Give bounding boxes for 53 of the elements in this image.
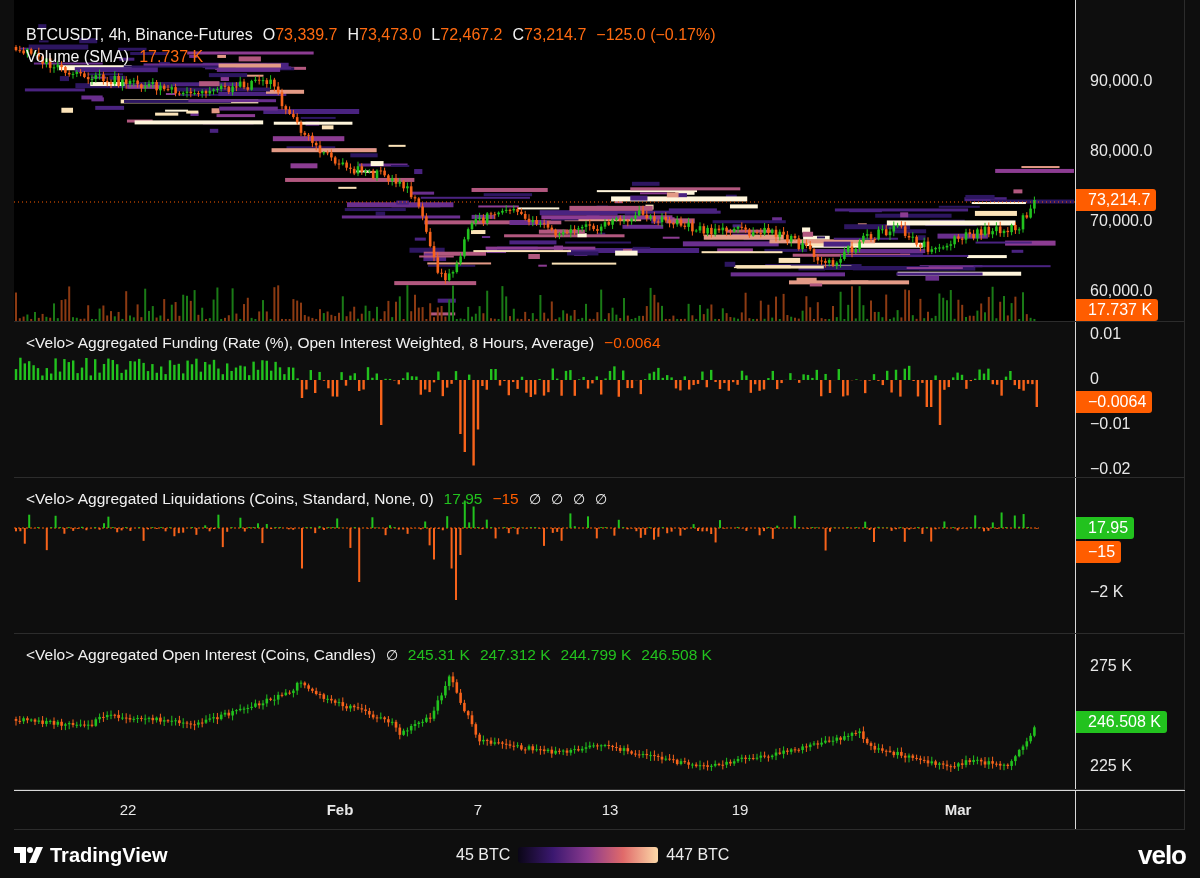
symbol-title: BTCUSDT, 4h, Binance-Futures	[26, 26, 253, 44]
indicator-title: <Velo> Aggregated Open Interest (Coins, Candles)	[26, 646, 376, 664]
value-tag: 17.95	[1076, 517, 1135, 539]
ohlc-label: O	[262, 26, 276, 44]
price-tag: 17.737 K	[1076, 299, 1159, 321]
indicator-value: 247.312 K	[479, 646, 551, 664]
brand-name: TradingView	[50, 843, 168, 867]
axis-tick: −0.01	[1090, 415, 1131, 433]
date-label: Feb	[326, 801, 354, 818]
axis-tick: 80,000.0	[1090, 142, 1153, 160]
indicator-value: 246.508 K	[641, 646, 712, 664]
axis-tick: 0.01	[1090, 325, 1122, 343]
ohlc-label: L	[431, 26, 441, 44]
axis-tick: 60,000.0	[1090, 282, 1153, 300]
axis-tick: 70,000.0	[1090, 212, 1153, 230]
value-tag: −0.0064	[1076, 391, 1153, 413]
scale-min-label: 45 BTC	[456, 846, 511, 864]
date-label: 22	[119, 801, 137, 818]
axis-tick: 225 K	[1090, 757, 1132, 775]
ohlc-value: 73,473.0	[359, 26, 422, 44]
indicator-value: −0.0064	[604, 334, 661, 352]
axis-tick: −0.02	[1090, 460, 1131, 478]
axis-tick: 0	[1090, 370, 1099, 388]
price-change: −125.0 (−0.17%)	[596, 26, 716, 44]
ohlc-value: 72,467.2	[440, 26, 503, 44]
date-label: Mar	[944, 801, 972, 818]
ohlc-label: C	[512, 26, 525, 44]
ohlc-value: 73,214.7	[524, 26, 587, 44]
ohlc-label: H	[347, 26, 360, 44]
indicator-title: <Velo> Aggregated Liquidations (Coins, Standard, None, 0)	[26, 490, 434, 508]
empty-value: ∅	[528, 491, 541, 507]
empty-value: ∅	[572, 491, 585, 507]
empty-value: ∅	[385, 647, 398, 663]
date-label: 7	[473, 801, 483, 818]
ohlc-value: 73,339.7	[275, 26, 338, 44]
empty-value: ∅	[594, 491, 607, 507]
indicator-value: −15	[492, 490, 519, 508]
date-label: 19	[731, 801, 749, 818]
indicator-value: 245.31 K	[407, 646, 470, 664]
indicator-value: 244.799 K	[560, 646, 632, 664]
indicator-value: 17.95	[443, 490, 483, 508]
value-tag: 246.508 K	[1076, 711, 1167, 733]
empty-value: ∅	[550, 491, 563, 507]
date-label: 13	[601, 801, 619, 818]
logo-icon	[14, 847, 44, 863]
indicator-title: <Velo> Aggregated Funding (Rate (%), Open Interest Weighted, 8 Hours, Average)	[26, 334, 595, 352]
brand-name: velo	[1137, 839, 1186, 871]
scale-max-label: 447 BTC	[666, 846, 730, 864]
axis-tick: 90,000.0	[1090, 72, 1153, 90]
price-tag: 73,214.7	[1076, 189, 1157, 211]
axis-tick: 275 K	[1090, 657, 1132, 675]
value-tag: −15	[1076, 541, 1122, 563]
axis-tick: −2 K	[1090, 583, 1124, 601]
